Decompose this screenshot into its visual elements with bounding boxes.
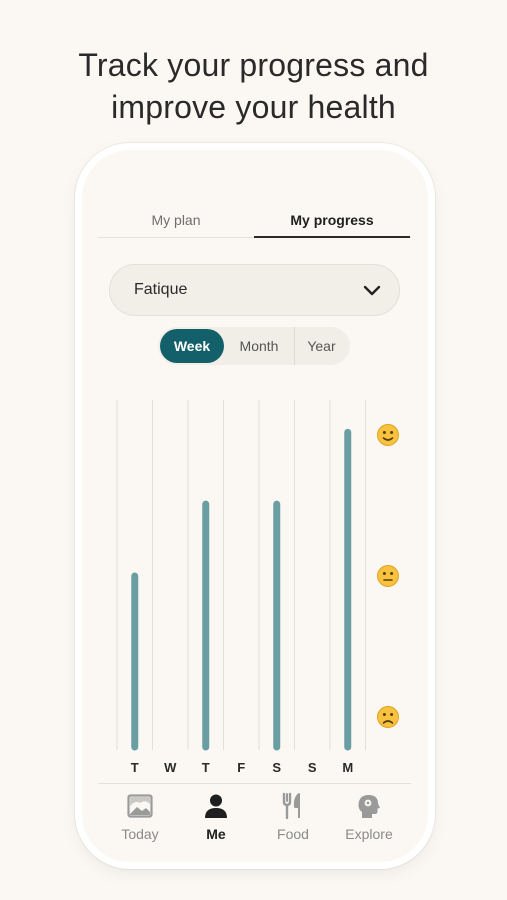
head-gears-icon	[358, 795, 380, 818]
x-tick-label: M	[342, 760, 353, 775]
tab-bar: My plan My progress	[98, 206, 411, 238]
x-tick-label: S	[308, 760, 317, 775]
nav-item-explore[interactable]: Explore	[331, 792, 407, 842]
headline-line-1: Track your progress and	[78, 47, 429, 83]
slight-smile-emoji-icon	[377, 424, 399, 446]
nav-item-me[interactable]: Me	[178, 792, 254, 842]
tab-my-plan[interactable]: My plan	[98, 212, 254, 238]
period-month-button[interactable]: Month	[226, 327, 292, 365]
x-tick-label: T	[202, 760, 210, 775]
fork-knife-icon	[282, 792, 300, 820]
neutral-face-emoji-icon	[377, 565, 399, 587]
progress-chart-svg: TWTFSSM	[116, 400, 399, 775]
x-tick-label: F	[237, 760, 245, 775]
period-week-button[interactable]: Week	[160, 329, 224, 363]
chevron-down-icon	[363, 285, 381, 296]
nav-label-today: Today	[121, 826, 159, 842]
phone-frame: My plan My progress Fatique Week Month Y…	[82, 150, 428, 862]
symptom-dropdown-value: Fatique	[134, 281, 188, 298]
nav-label-me: Me	[206, 826, 226, 842]
x-tick-label: T	[131, 760, 139, 775]
x-tick-label: W	[164, 760, 177, 775]
period-year-button[interactable]: Year	[294, 327, 348, 365]
headline: Track your progress and improve your hea…	[0, 44, 507, 128]
person-icon	[205, 794, 227, 818]
bottom-nav: Today Me Food Explore	[98, 783, 411, 849]
slight-frown-emoji-icon	[377, 706, 399, 728]
nav-label-food: Food	[277, 826, 309, 842]
nav-item-today[interactable]: Today	[102, 792, 178, 842]
headline-line-2: improve your health	[111, 89, 396, 125]
image-icon	[127, 794, 153, 818]
symptom-dropdown[interactable]: Fatique	[109, 264, 400, 316]
x-tick-label: S	[272, 760, 281, 775]
period-segmented-control: Week Month Year	[158, 327, 350, 365]
progress-chart: TWTFSSM	[82, 390, 428, 785]
nav-label-explore: Explore	[345, 826, 393, 842]
tab-my-progress[interactable]: My progress	[254, 212, 410, 238]
nav-item-food[interactable]: Food	[255, 792, 331, 842]
